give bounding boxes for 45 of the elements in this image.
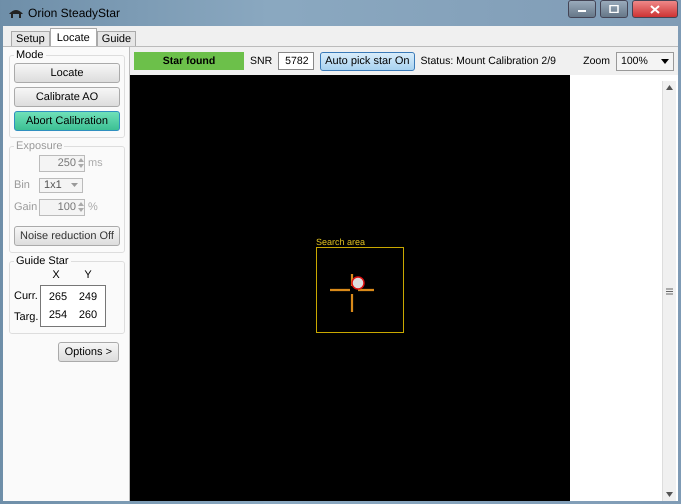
grip-icon — [666, 288, 673, 294]
search-area-label: Search area — [316, 237, 366, 247]
field-label: Gain — [14, 201, 36, 213]
caret-icon — [71, 183, 78, 187]
group-title: Exposure — [15, 140, 64, 152]
tab[interactable]: Setup — [11, 31, 50, 46]
window-title: Orion SteadyStar — [28, 6, 120, 20]
tab[interactable]: Guide — [96, 31, 136, 46]
unit-label: % — [88, 201, 98, 213]
close-icon — [650, 4, 660, 14]
table-cell: 265 — [48, 291, 68, 303]
zoom-dropdown[interactable]: 100% — [616, 52, 674, 70]
group-title: Mode — [15, 49, 45, 61]
close-button[interactable] — [632, 0, 678, 18]
maximize-icon — [609, 5, 619, 13]
zoom-label: Zoom — [583, 55, 610, 67]
unit-label: ms — [88, 157, 103, 169]
tab[interactable]: Locate — [50, 28, 97, 46]
column-header: X — [51, 269, 61, 281]
group-title: Guide Star — [15, 255, 70, 267]
column-header: Y — [83, 269, 93, 281]
maximize-button[interactable] — [600, 0, 628, 18]
spin-arrows-icon — [78, 201, 84, 213]
scroll-up-icon — [666, 85, 673, 90]
status-text: Status: Mount Calibration 2/9 — [420, 55, 557, 67]
field-label: Bin — [14, 179, 31, 191]
scrollbar[interactable] — [662, 81, 676, 501]
snr-label: SNR — [250, 55, 272, 67]
mode-button[interactable]: Calibrate AO — [14, 87, 120, 107]
minimize-button[interactable] — [568, 0, 596, 18]
table-cell: 249 — [78, 291, 98, 303]
mode-button[interactable]: Locate — [14, 63, 120, 83]
row-label: Curr. — [14, 290, 39, 302]
table-cell: 260 — [78, 309, 98, 321]
options-button[interactable]: Options > — [58, 342, 119, 362]
row-label: Targ. — [14, 310, 40, 322]
spin-arrows-icon — [78, 157, 84, 169]
table-cell: 254 — [48, 309, 68, 321]
mode-button[interactable]: Abort Calibration — [14, 111, 120, 131]
scroll-down-icon — [666, 492, 673, 497]
caret-icon — [661, 58, 669, 64]
snr-field: 5782 — [278, 52, 314, 70]
auto-pick-button[interactable]: Auto pick star On — [320, 52, 415, 70]
app-icon — [8, 8, 24, 18]
star-status: Star found — [134, 52, 244, 70]
